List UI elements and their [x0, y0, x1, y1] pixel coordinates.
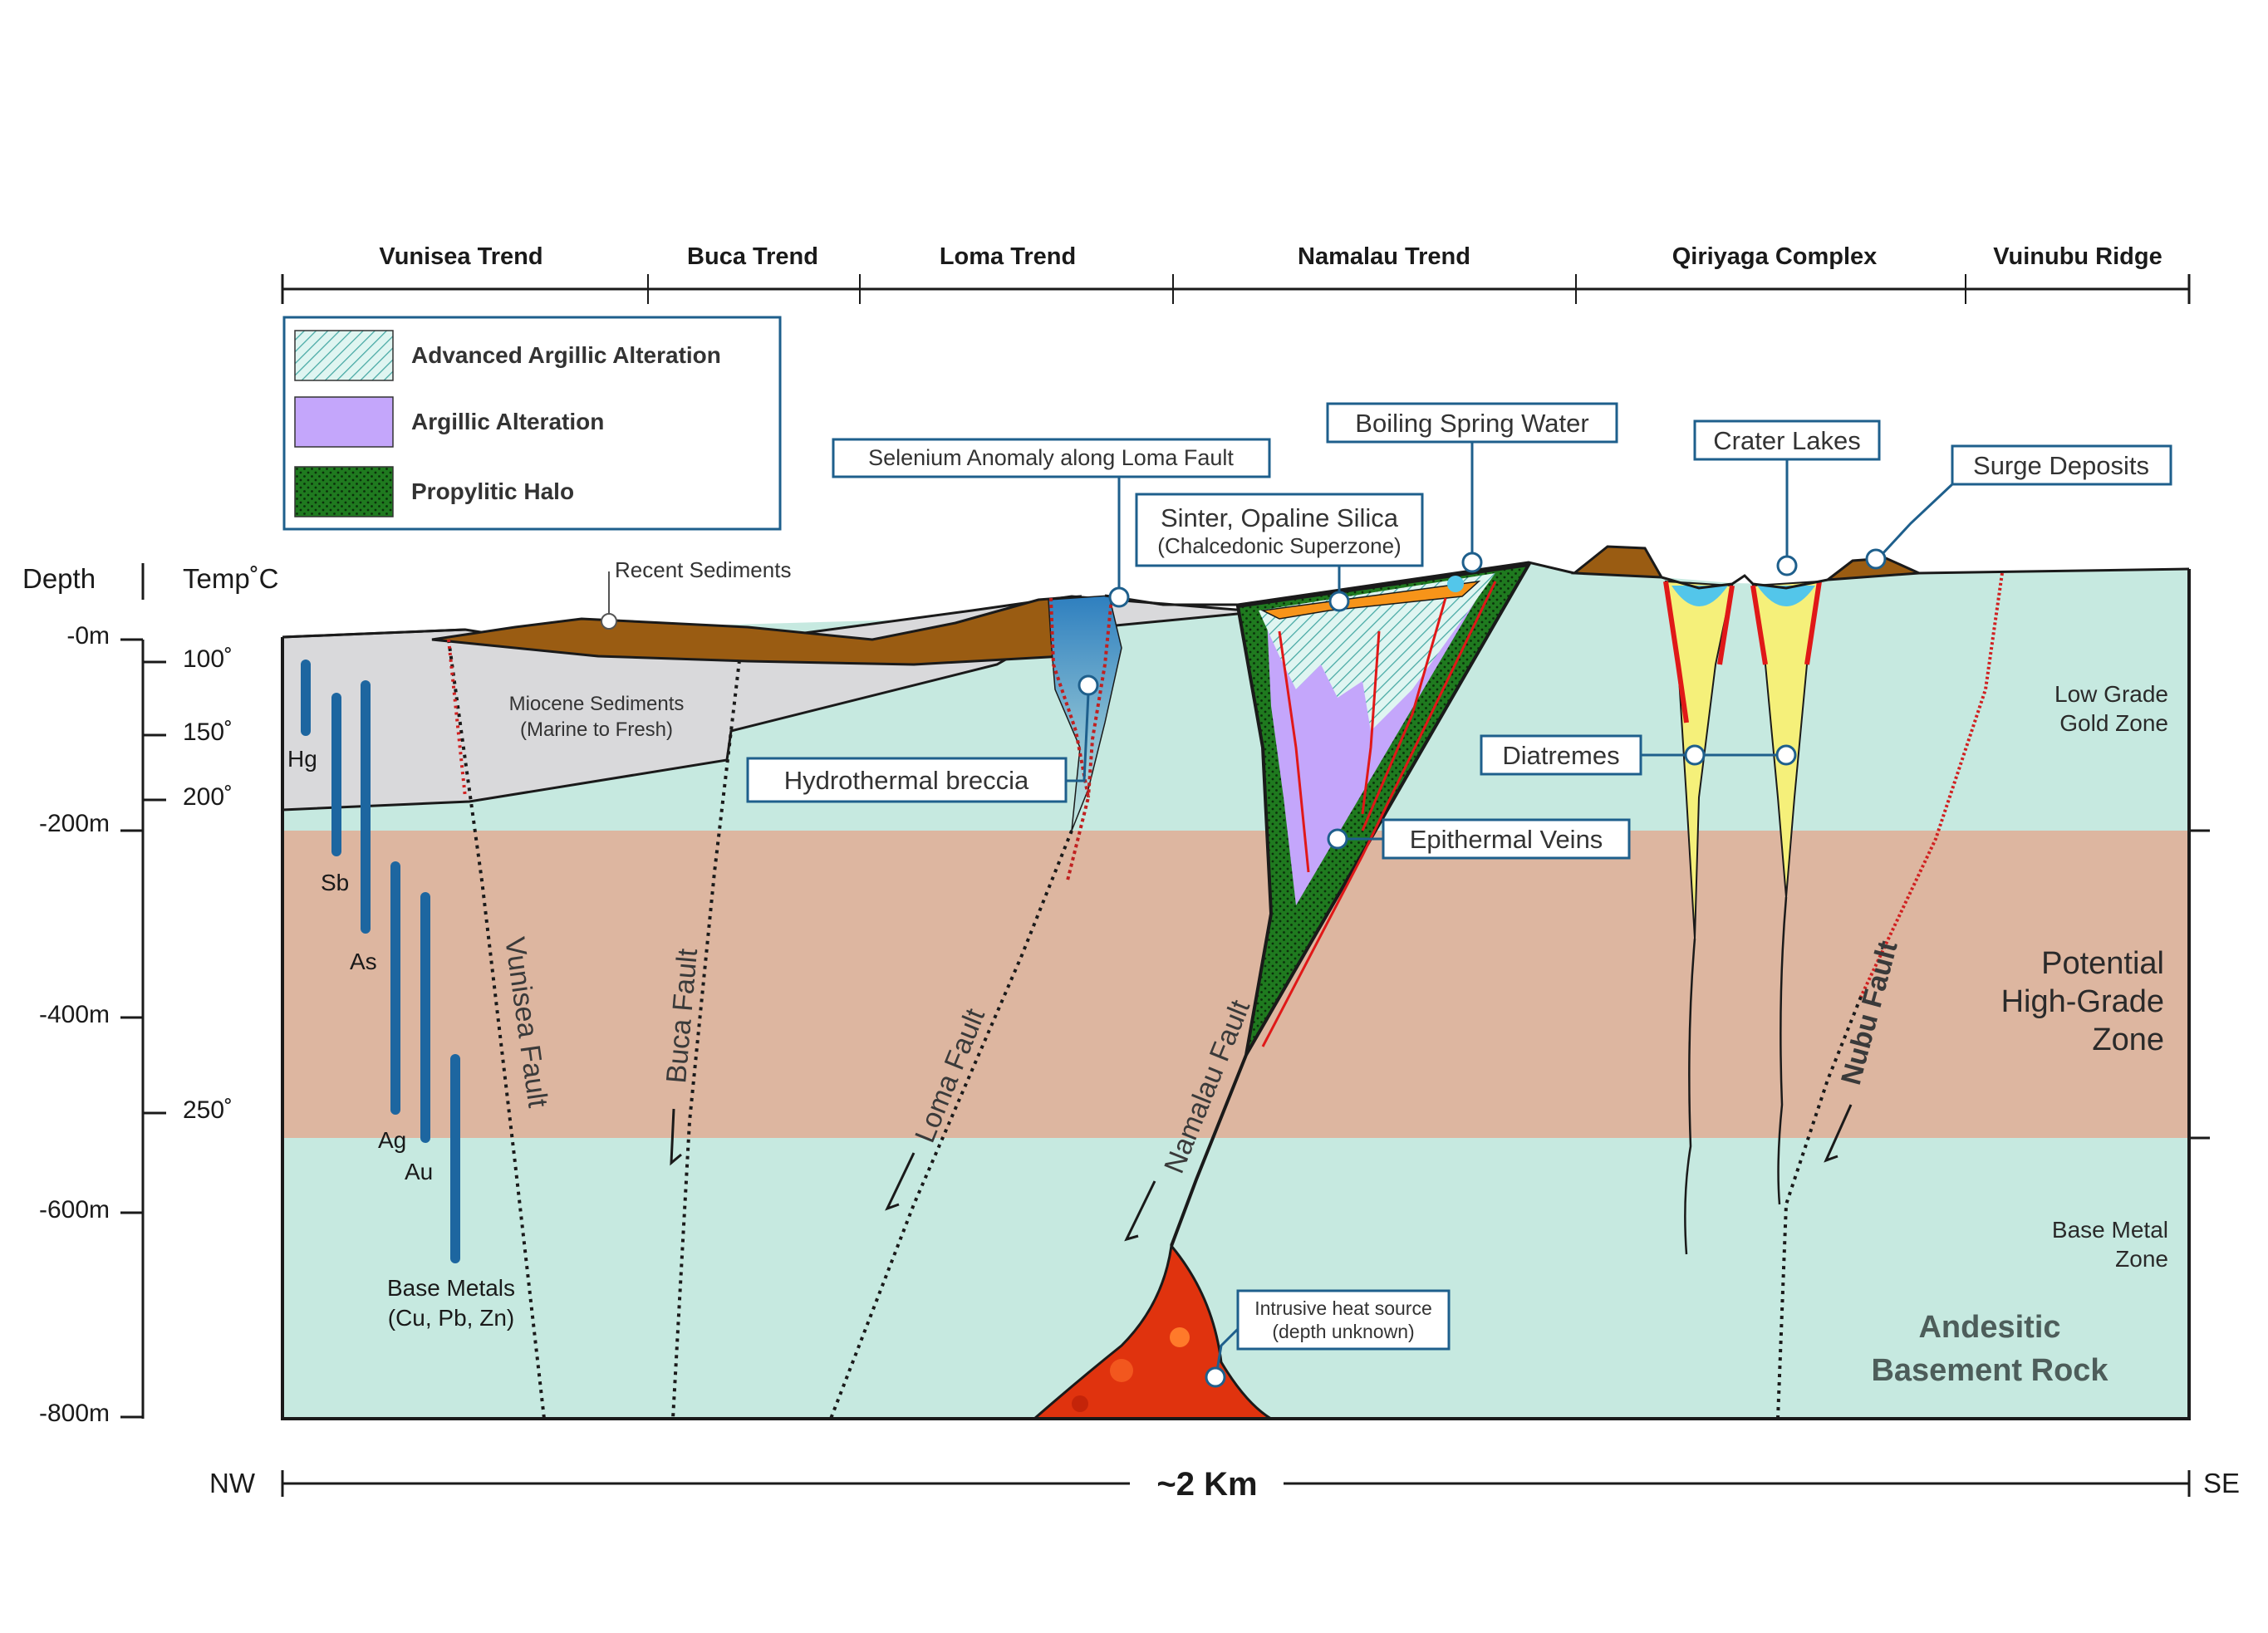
trend-vunisea: Vunisea Trend [379, 243, 542, 270]
veins-callout: Epithermal Veins [1410, 825, 1603, 854]
breccia-callout: Hydrothermal breccia [784, 766, 1029, 795]
trend-buca: Buca Trend [687, 243, 818, 270]
temp-tick-250: 250˚ [183, 1096, 233, 1124]
legend-label-advanced-argillic: Advanced Argillic Alteration [411, 342, 721, 368]
miocene-sub-label: (Marine to Fresh) [520, 718, 673, 741]
basement-label: Andesitic [1918, 1310, 2060, 1345]
low-grade-label-2: Gold Zone [2059, 710, 2168, 736]
intrusive-callout-sub: (depth unknown) [1272, 1321, 1414, 1342]
metal-label-base-metals-sub: (Cu, Pb, Zn) [388, 1305, 514, 1331]
temp-tick-100: 100˚ [183, 645, 233, 673]
hot-spring-drop [1447, 576, 1464, 592]
trend-namalau: Namalau Trend [1298, 243, 1470, 270]
potential-label-2: High-Grade [2001, 984, 2164, 1019]
metal-label-au: Au [405, 1159, 433, 1184]
sinter-callout-sub: (Chalcedonic Superzone) [1157, 533, 1401, 558]
scale-distance: ~2 Km [1156, 1466, 1257, 1503]
metal-label-base-metals: Base Metals [387, 1275, 515, 1301]
depth-tick-800: -800m [39, 1400, 110, 1427]
metal-label-hg: Hg [287, 746, 317, 772]
diatremes-callout: Diatremes [1502, 741, 1619, 770]
legend: Advanced Argillic Alteration Argillic Al… [282, 316, 782, 531]
high-grade-band [282, 831, 2189, 1138]
basement-label-2: Basement Rock [1871, 1353, 2108, 1388]
base-metal-label-2: Zone [2115, 1246, 2168, 1272]
depth-tick-200: -200m [39, 810, 110, 837]
low-grade-label: Low Grade [2054, 681, 2168, 707]
trend-vuinubu: Vuinubu Ridge [1993, 243, 2162, 270]
depth-temp-axis: Depth Temp˚C -0m -200m -400m -600m -800m… [22, 563, 279, 1427]
legend-swatch-argillic [294, 396, 394, 448]
temp-tick-200: 200˚ [183, 783, 233, 811]
metal-label-sb: Sb [321, 870, 349, 895]
cross-section-diagram: Vunisea Trend Buca Trend Loma Trend Nama… [22, 243, 2240, 1503]
temp-axis-title: Temp˚C [183, 563, 279, 594]
selenium-callout: Selenium Anomaly along Loma Fault [868, 445, 1234, 470]
trend-loma: Loma Trend [940, 243, 1076, 270]
boiling-callout: Boiling Spring Water [1355, 409, 1588, 438]
metal-label-ag: Ag [378, 1127, 406, 1153]
miocene-label: Miocene Sediments [509, 693, 685, 715]
intrusive-callout: Intrusive heat source [1254, 1297, 1432, 1319]
legend-swatch-propylitic [294, 466, 394, 517]
depth-axis-title: Depth [22, 563, 96, 594]
cross-section [282, 545, 2189, 1419]
legend-swatch-advanced-argillic [294, 330, 394, 381]
scale-nw: NW [209, 1468, 256, 1498]
depth-tick-400: -400m [39, 1001, 110, 1028]
base-metal-label: Base Metal [2052, 1217, 2168, 1243]
depth-tick-0: -0m [66, 622, 110, 650]
surge-callout: Surge Deposits [1973, 451, 2149, 480]
crater-callout: Crater Lakes [1713, 426, 1860, 455]
trend-header: Vunisea Trend Buca Trend Loma Trend Nama… [281, 243, 2191, 304]
potential-label: Potential [2041, 946, 2164, 981]
legend-label-argillic: Argillic Alteration [411, 409, 604, 434]
scale-se: SE [2203, 1468, 2240, 1498]
trend-qiriyaga: Qiriyaga Complex [1672, 243, 1878, 270]
depth-tick-600: -600m [39, 1196, 110, 1224]
legend-label-propylitic: Propylitic Halo [411, 478, 574, 504]
sinter-callout: Sinter, Opaline Silica [1161, 503, 1399, 532]
recent-sediments-label: Recent Sediments [615, 557, 791, 582]
surge-deposit-left [1570, 545, 1664, 579]
scale-bar: NW ~2 Km SE [209, 1466, 2240, 1503]
potential-label-3: Zone [2092, 1022, 2164, 1057]
temp-tick-150: 150˚ [183, 718, 233, 746]
metal-label-as: As [350, 949, 377, 974]
